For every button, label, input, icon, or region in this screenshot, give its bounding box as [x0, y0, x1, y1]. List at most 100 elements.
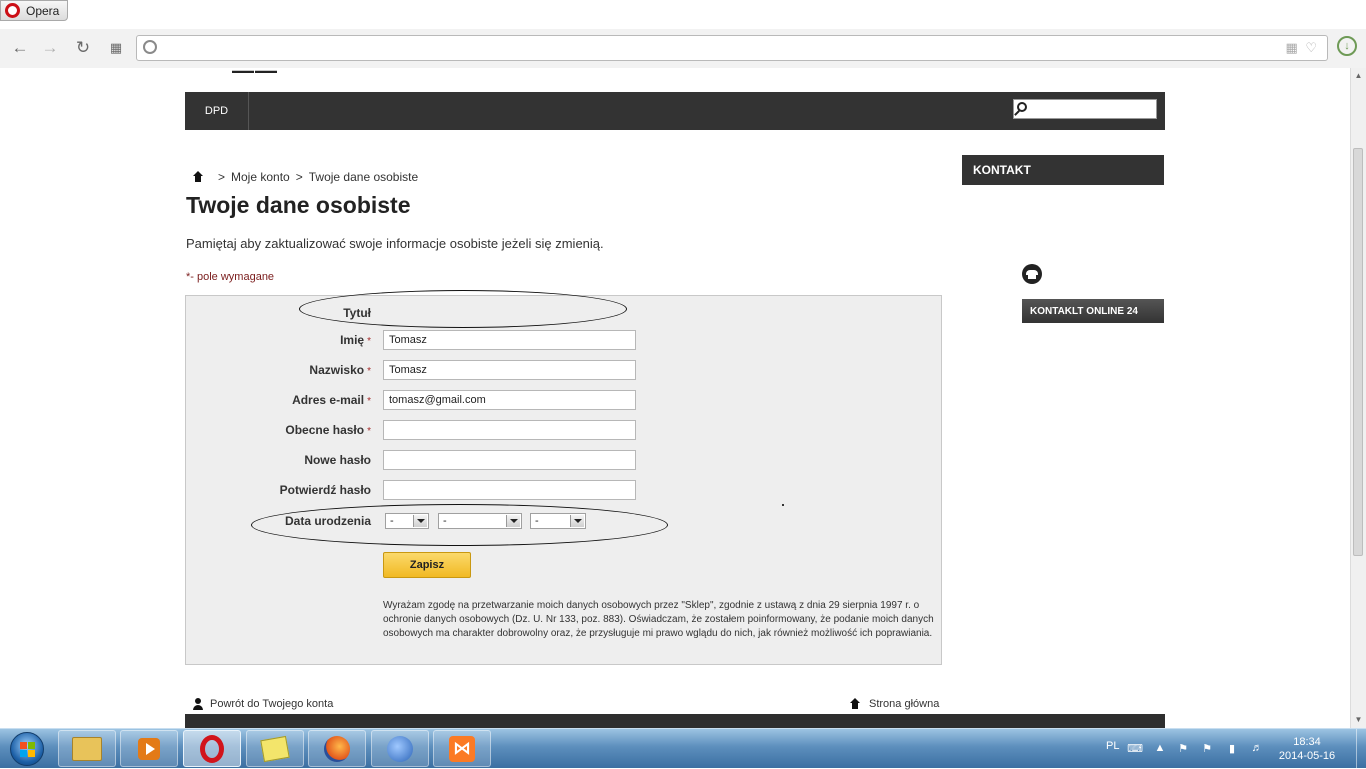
- breadcrumb-item-personal-data: Twoje dane osobiste: [308, 170, 419, 184]
- breadcrumb-separator: >: [295, 170, 303, 184]
- new-password-label: Nowe hasło: [304, 453, 371, 467]
- thunderbird-icon: [387, 735, 413, 762]
- new-password-field[interactable]: [383, 450, 636, 470]
- email-label: Adres e-mail *: [186, 393, 371, 407]
- xampp-icon: ⋈: [449, 735, 475, 762]
- search-icon[interactable]: [1017, 102, 1027, 112]
- windows-logo-yellow: [27, 749, 35, 757]
- taskbar-xampp[interactable]: ⋈: [433, 730, 491, 767]
- back-to-account-label: Powrót do Twojego konta: [210, 698, 334, 710]
- birth-month-value: -: [443, 515, 447, 527]
- contact-box-header: KONTAKT: [962, 155, 1164, 185]
- chevron-down-icon[interactable]: [506, 515, 520, 527]
- title-label: Tytuł: [343, 306, 371, 320]
- breadcrumb-item-my-account[interactable]: Moje konto: [231, 170, 290, 184]
- confirm-password-field[interactable]: [383, 480, 636, 500]
- back-arrow-icon[interactable]: ←: [9, 37, 31, 59]
- current-password-label: Obecne hasło *: [186, 423, 371, 437]
- action-center-icon[interactable]: ⚑: [1200, 741, 1214, 755]
- contact-online-button[interactable]: KONTAKLT ONLINE 24: [1022, 299, 1164, 323]
- breadcrumb: > Moje konto > Twoje dane osobiste: [192, 170, 418, 184]
- current-password-field[interactable]: [383, 420, 636, 440]
- taskbar-thunderbird[interactable]: [371, 730, 429, 767]
- signal-bars-icon[interactable]: ▮: [1225, 741, 1239, 755]
- system-clock[interactable]: 18:34 2014-05-16: [1276, 735, 1338, 763]
- last-name-label-text: Nazwisko: [309, 363, 365, 377]
- intro-text: Pamiętaj aby zaktualizować swoje informa…: [186, 236, 604, 251]
- scrollbar-thumb[interactable]: [1353, 148, 1363, 556]
- birth-year-value: -: [535, 515, 539, 527]
- save-button[interactable]: Zapisz: [383, 552, 471, 578]
- opera-logo-icon: [5, 3, 20, 18]
- footer-bar: [185, 714, 1165, 728]
- site-logo[interactable]: ——: [232, 68, 278, 84]
- birth-day-value: -: [390, 515, 394, 527]
- volume-icon[interactable]: ♬: [1250, 741, 1264, 755]
- last-name-field[interactable]: Tomasz: [383, 360, 636, 380]
- home-page-label: Strona główna: [869, 698, 940, 710]
- windows-logo-blue: [19, 749, 27, 757]
- chevron-down-icon[interactable]: [570, 515, 584, 527]
- forward-arrow-icon[interactable]: →: [39, 37, 61, 59]
- nav-item-dpd[interactable]: DPD: [185, 92, 249, 130]
- folder-icon: [72, 736, 102, 761]
- windows-taskbar: ⋈ PL ⌨ ▲ ⚑ ⚑ ▮ ♬ 18:34 2014-05-16: [0, 728, 1366, 769]
- required-star: *: [367, 426, 371, 437]
- opera-icon: [200, 734, 224, 763]
- confirm-password-label: Potwierdź hasło: [279, 483, 371, 497]
- page-viewport: —— DPD > Moje konto > Twoje dane osobist…: [0, 68, 1350, 728]
- last-name-label: Nazwisko *: [186, 363, 371, 377]
- email-field[interactable]: tomasz@gmail.com: [383, 390, 636, 410]
- windows-logo-green: [27, 741, 35, 749]
- taskbar-sticky-notes[interactable]: [246, 730, 304, 767]
- scroll-down-arrow-icon[interactable]: ▼: [1353, 715, 1364, 725]
- taskbar-firefox[interactable]: [308, 730, 366, 767]
- back-to-account-link[interactable]: Powrót do Twojego konta: [192, 698, 333, 710]
- address-bar[interactable]: ▦ ♡: [136, 35, 1328, 61]
- windows-logo-red: [19, 741, 27, 749]
- page-scrollbar[interactable]: ▲ ▼: [1350, 68, 1366, 728]
- speed-dial-grid-icon[interactable]: ▦: [105, 37, 127, 59]
- taskbar-opera[interactable]: [183, 730, 241, 767]
- firefox-icon: [324, 735, 350, 762]
- scroll-up-arrow-icon[interactable]: ▲: [1353, 71, 1364, 81]
- tray-expand-icon[interactable]: ▲: [1153, 741, 1167, 755]
- home-icon[interactable]: [192, 171, 204, 183]
- tab-bar: Opera: [0, 0, 1366, 29]
- phone-icon: [1022, 264, 1042, 284]
- consent-text: Wyrażam zgodę na przetwarzanie moich dan…: [383, 600, 934, 639]
- opera-menu-label: Opera: [26, 3, 60, 18]
- taskbar-media-player[interactable]: [120, 730, 178, 767]
- browser-toolbar: ← → ↻ ▦ ▦ ♡ ↓: [0, 30, 1366, 66]
- keyboard-icon[interactable]: ⌨: [1127, 741, 1143, 755]
- user-icon: [192, 698, 204, 710]
- show-desktop-button[interactable]: [1356, 729, 1366, 769]
- birth-day-select[interactable]: -: [385, 513, 429, 529]
- birth-month-select[interactable]: -: [438, 513, 522, 529]
- clock-date: 2014-05-16: [1278, 750, 1336, 762]
- windows-logo-icon: [10, 732, 44, 766]
- stray-mark: [782, 504, 784, 506]
- required-star: *: [367, 366, 371, 377]
- required-star: *: [367, 336, 371, 347]
- taskbar-explorer[interactable]: [58, 730, 116, 767]
- email-label-text: Adres e-mail: [292, 393, 365, 407]
- home-page-link[interactable]: Strona główna: [849, 698, 939, 710]
- language-indicator[interactable]: PL: [1106, 740, 1119, 752]
- chevron-down-icon[interactable]: [413, 515, 427, 527]
- personal-data-form: Tytuł Imię * Tomasz Nazwisko * Tomasz Adre…: [185, 295, 942, 665]
- page-title: Twoje dane osobiste: [186, 192, 411, 218]
- opera-menu-button[interactable]: Opera: [0, 0, 68, 21]
- network-warning-icon[interactable]: ⚑: [1176, 741, 1190, 755]
- download-icon[interactable]: ↓: [1337, 36, 1357, 56]
- site-info-icon[interactable]: [143, 40, 157, 54]
- required-fields-note: *- pole wymagane: [186, 271, 275, 283]
- start-button[interactable]: [3, 730, 51, 768]
- first-name-field[interactable]: Tomasz: [383, 330, 636, 350]
- reload-icon[interactable]: ↻: [72, 37, 94, 59]
- first-name-label: Imię *: [186, 333, 371, 347]
- search-input[interactable]: [1013, 99, 1157, 119]
- birth-year-select[interactable]: -: [530, 513, 586, 529]
- bookmark-heart-icon[interactable]: ▦ ♡: [1285, 40, 1319, 56]
- media-player-icon: [138, 737, 160, 760]
